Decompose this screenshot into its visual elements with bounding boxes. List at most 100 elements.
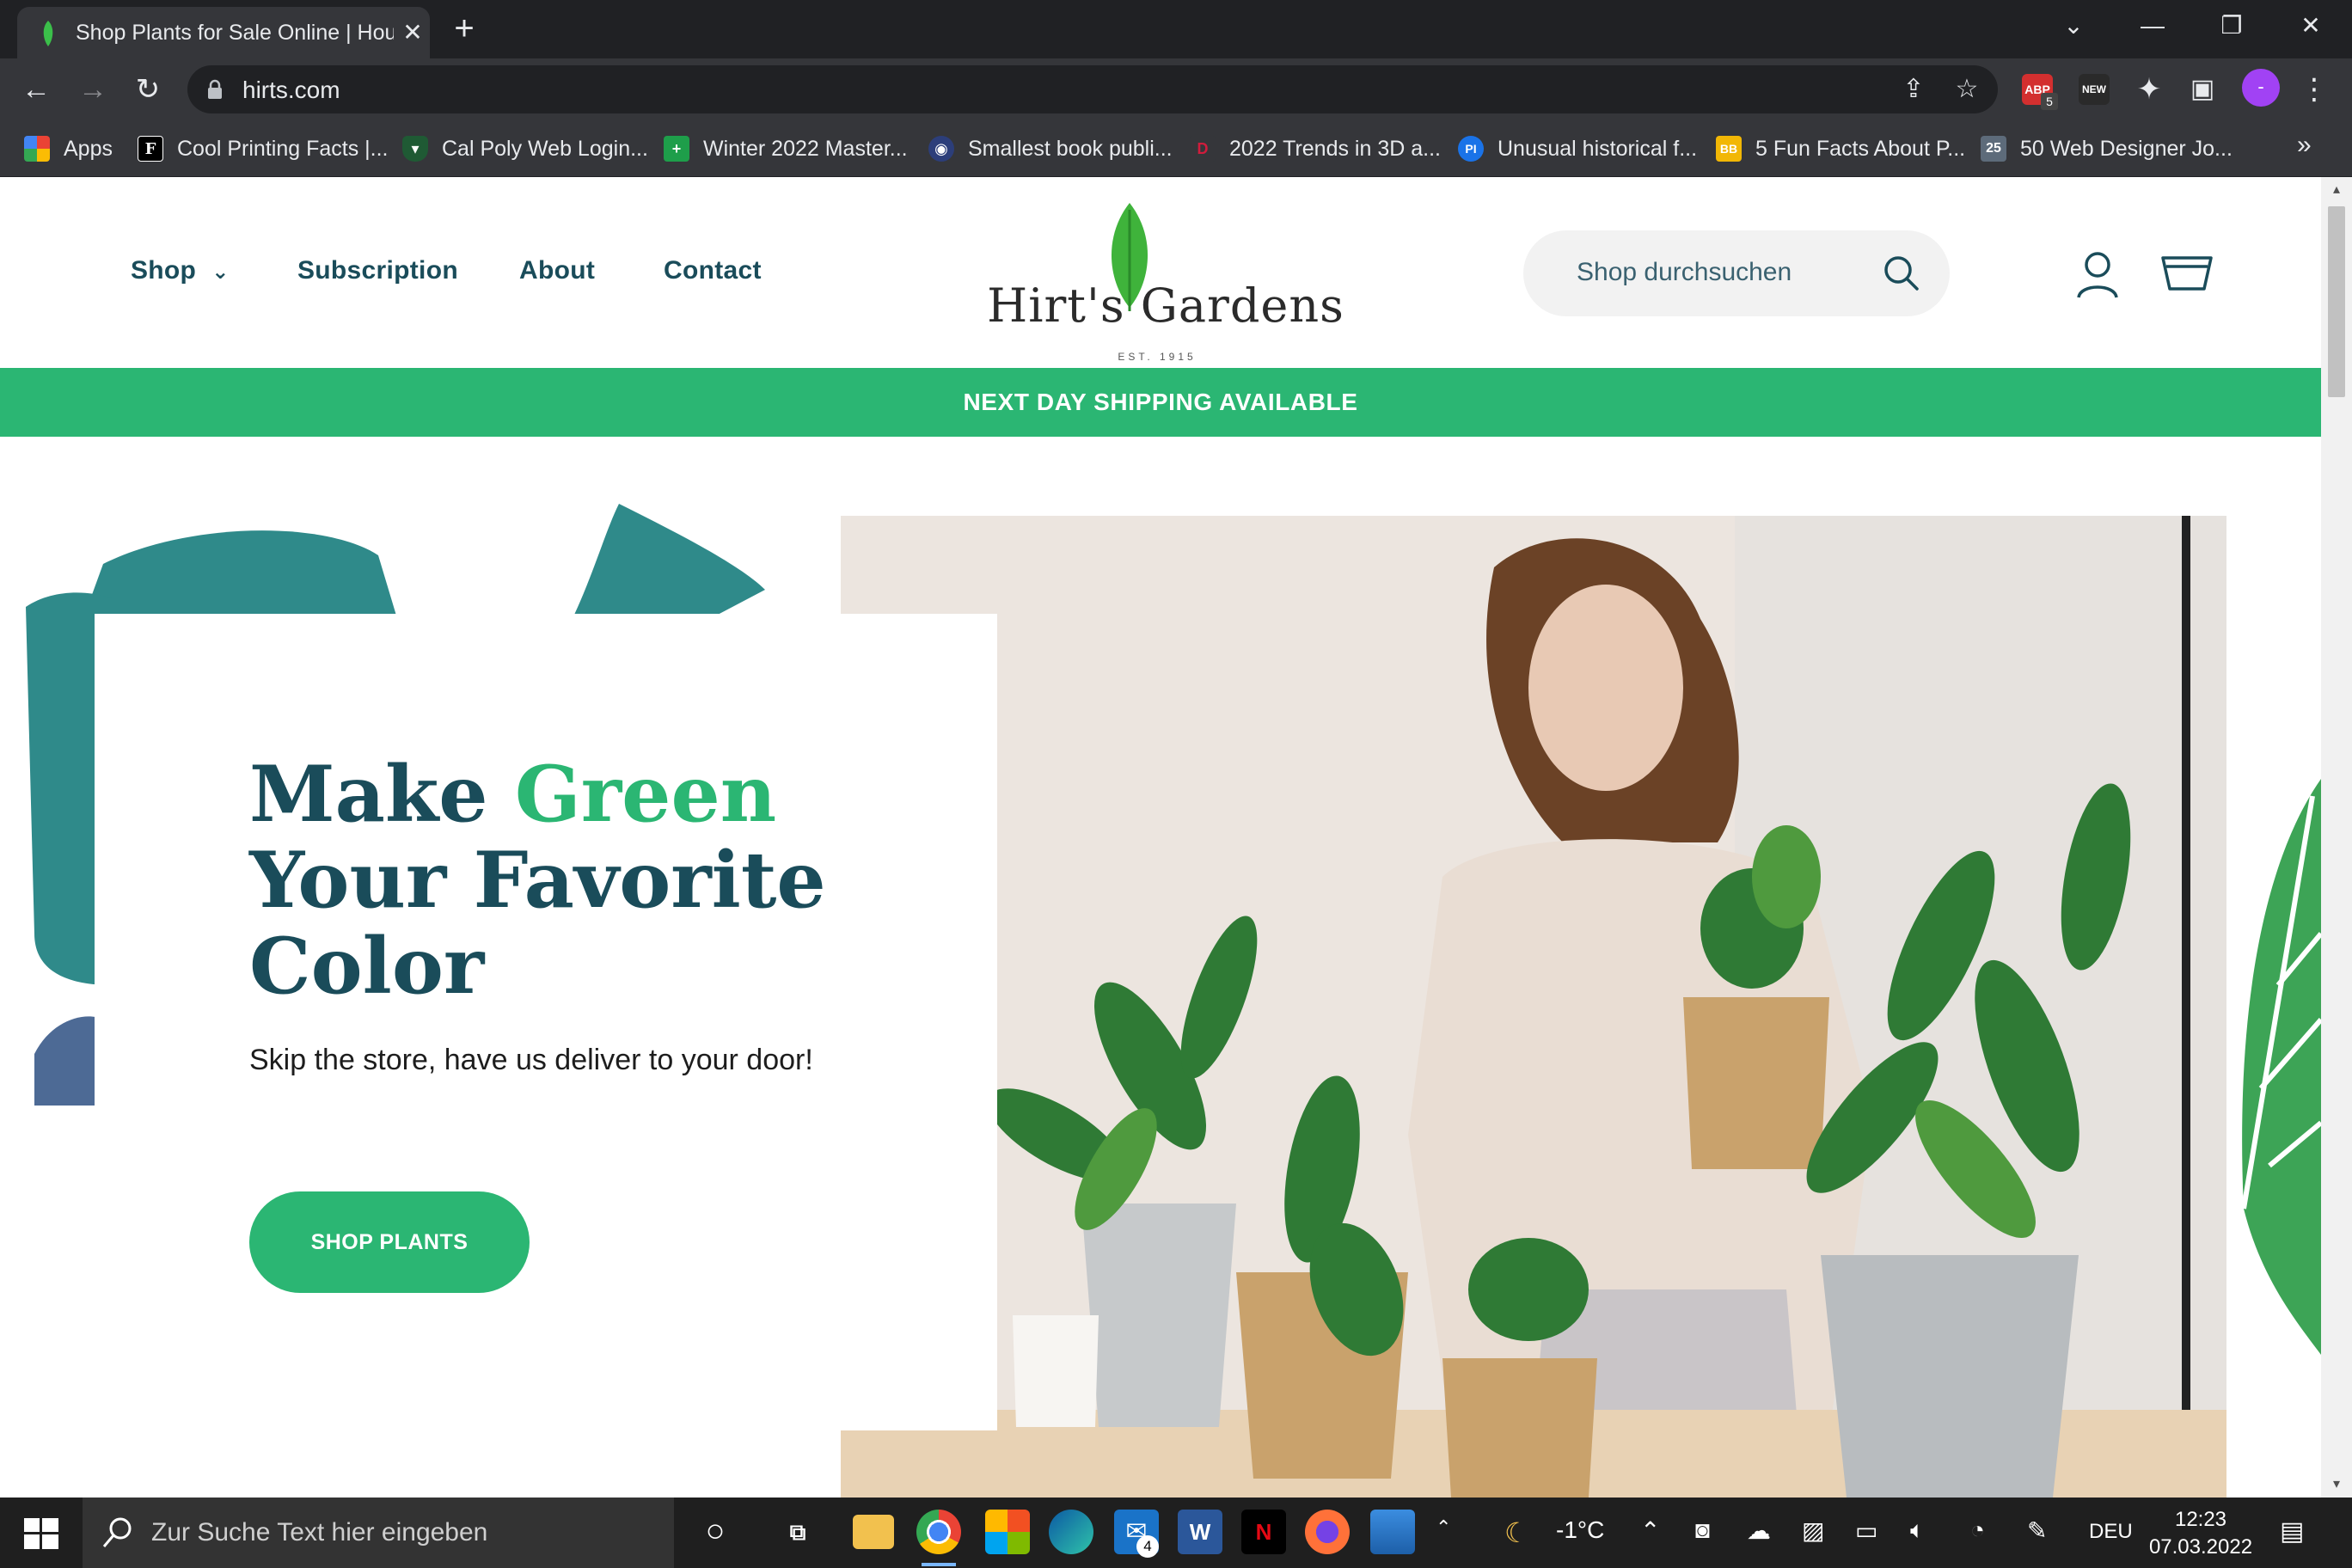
weather-temperature[interactable]: -1°C [1556,1516,1604,1544]
tray-overflow-chevron-icon[interactable]: ⌃ [1640,1516,1660,1545]
extensions-puzzle-icon[interactable]: ✦ [2130,70,2168,108]
shield-icon: ▾ [402,136,428,162]
clock-time: 12:23 [2174,1508,2227,1531]
bookmark-fun-facts[interactable]: BB 5 Fun Facts About P... [1716,131,1965,167]
25-site-icon: 25 [1981,136,2006,162]
netflix-icon[interactable]: N [1241,1510,1286,1554]
back-button[interactable]: ← [17,70,55,108]
taskbar-search-placeholder: Zur Suche Text hier eingeben [151,1518,488,1547]
chrome-taskbar-icon[interactable] [916,1510,961,1566]
taskbar-clock[interactable]: 12:23 07.03.2022 [2132,1506,2269,1561]
minimize-button[interactable]: — [2118,7,2187,45]
address-bar[interactable]: hirts.com ⇪ ☆ [187,65,1998,113]
d-site-icon: D [1190,136,1216,162]
plus-site-icon: + [664,136,689,162]
pi-site-icon: PI [1458,136,1484,162]
weather-moon-icon[interactable]: ☾ [1504,1516,1529,1549]
language-indicator[interactable]: DEU [2089,1520,2133,1544]
logo-established: EST. 1915 [1118,351,1197,363]
browser-menu-icon[interactable]: ⋮ [2295,70,2333,108]
site-search-field[interactable]: Shop durchsuchen [1523,230,1950,316]
security-icon[interactable]: ▨ [1802,1516,1824,1545]
cart-icon[interactable] [2159,251,2214,299]
bookmarks-overflow-button[interactable]: » [2297,131,2312,160]
profile-avatar[interactable]: - [2242,69,2280,107]
url-text: hirts.com [242,77,340,103]
mail-badge: 4 [1136,1535,1159,1558]
bookmark-winter-master[interactable]: + Winter 2022 Master... [664,131,908,167]
page-scrollbar[interactable]: ▴ ▾ [2321,177,2352,1498]
windows-start-icon[interactable] [24,1518,58,1549]
shipping-banner: NEXT DAY SHIPPING AVAILABLE [0,368,2321,437]
reload-button[interactable]: ↻ [129,70,167,108]
task-view-icon[interactable]: ⧉ [775,1510,820,1554]
taskbar-search-box[interactable]: Zur Suche Text hier eingeben [83,1498,674,1568]
nav-shop[interactable]: Shop ⌄ [131,256,230,285]
bookmark-cal-poly[interactable]: ▾ Cal Poly Web Login... [402,131,648,167]
bookmark-star-icon[interactable]: ☆ [1951,74,1982,105]
hero-card: Make Green Your Favorite Color Skip the … [95,614,997,1430]
search-icon [102,1517,132,1547]
bookmark-printing-facts[interactable]: F Cool Printing Facts |... [138,131,388,167]
scroll-up-arrow-icon[interactable]: ▴ [2328,181,2345,198]
tab-search-chevron-icon[interactable]: ⌄ [2039,7,2108,45]
bookmarks-bar: Apps F Cool Printing Facts |... ▾ Cal Po… [0,120,2352,177]
nav-subscription[interactable]: Subscription [297,256,458,285]
browser-tab[interactable]: Shop Plants for Sale Online | House Plan… [17,7,430,58]
web-page: Shop ⌄ Subscription About Contact Hirt's … [0,177,2321,1498]
onedrive-cloud-icon[interactable]: ☁ [1747,1516,1771,1545]
edge-icon[interactable] [1049,1510,1093,1554]
hero-title: Make Green Your Favorite Color [249,749,826,1012]
cortana-icon[interactable]: ○ [693,1510,738,1554]
f-site-icon: F [138,136,163,162]
pen-icon[interactable]: ✎ [2027,1516,2047,1545]
bookmark-unusual-historical[interactable]: PI Unusual historical f... [1458,131,1697,167]
notifications-icon[interactable]: ▤ [2280,1516,2304,1547]
tab-close-icon[interactable]: ✕ [397,17,428,48]
forward-button[interactable]: → [74,70,112,108]
bookmark-apps[interactable]: Apps [24,131,113,167]
file-explorer-icon[interactable] [853,1515,894,1549]
hero-photo-woman-with-plants [841,516,2226,1498]
word-icon[interactable]: W [1178,1510,1222,1554]
apps-grid-icon [24,136,50,162]
microsoft-store-icon[interactable] [985,1510,1030,1554]
bookmark-trends-3d[interactable]: D 2022 Trends in 3D a... [1190,131,1441,167]
wifi-icon[interactable]: ◔ [1970,1516,1985,1544]
firefox-icon[interactable] [1305,1510,1350,1554]
photos-icon[interactable] [1370,1510,1415,1554]
hero-title-accent: Green [514,749,777,840]
account-icon[interactable] [2072,249,2123,301]
close-window-button[interactable]: ✕ [2276,7,2345,45]
tab-title: Shop Plants for Sale Online | House Plan… [76,21,394,45]
taskbar-scroll-chevron-icon[interactable]: ⌃ [1436,1516,1451,1539]
nav-contact[interactable]: Contact [664,256,762,285]
new-tab-button[interactable]: + [447,11,481,46]
bookmark-web-designer[interactable]: 25 50 Web Designer Jo... [1981,131,2233,167]
meet-now-icon[interactable]: ◙ [1695,1516,1710,1544]
logo-wordmark: Hirt's Gardens [987,279,1344,333]
globe-icon: ◉ [928,136,954,162]
scroll-down-arrow-icon[interactable]: ▾ [2328,1475,2345,1492]
volume-icon[interactable]: 🔈︎ [1910,1516,1925,1545]
clock-date: 07.03.2022 [2148,1535,2253,1559]
bookmark-smallest-book[interactable]: ◉ Smallest book publi... [928,131,1173,167]
windows-taskbar: Zur Suche Text hier eingeben ○ ⧉ ✉ 4 W N… [0,1498,2352,1568]
side-panel-icon[interactable]: ▣ [2184,70,2221,108]
screen: Shop Plants for Sale Online | House Plan… [0,0,2352,1568]
adblock-count-badge: 5 [2041,93,2058,110]
browser-toolbar: ← → ↻ hirts.com ⇪ ☆ ABP 5 NEW ✦ ▣ ⋮ [0,58,2352,120]
battery-icon[interactable]: ▭ [1855,1516,1877,1545]
shop-plants-button[interactable]: SHOP PLANTS [249,1191,530,1293]
scroll-thumb[interactable] [2328,206,2345,397]
decorative-palm-leaf [2241,779,2321,1355]
share-icon[interactable]: ⇪ [1898,74,1929,105]
restore-button[interactable]: ❐ [2197,7,2266,45]
chevron-down-icon: ⌄ [211,260,230,284]
news-extension-icon[interactable]: NEW [2079,74,2110,105]
bb-site-icon: BB [1716,136,1742,162]
hero-subtitle: Skip the store, have us deliver to your … [249,1044,813,1076]
nav-about[interactable]: About [519,256,595,285]
site-logo[interactable]: Hirt's Gardens EST. 1915 [985,196,1346,363]
search-icon[interactable] [1881,253,1922,294]
